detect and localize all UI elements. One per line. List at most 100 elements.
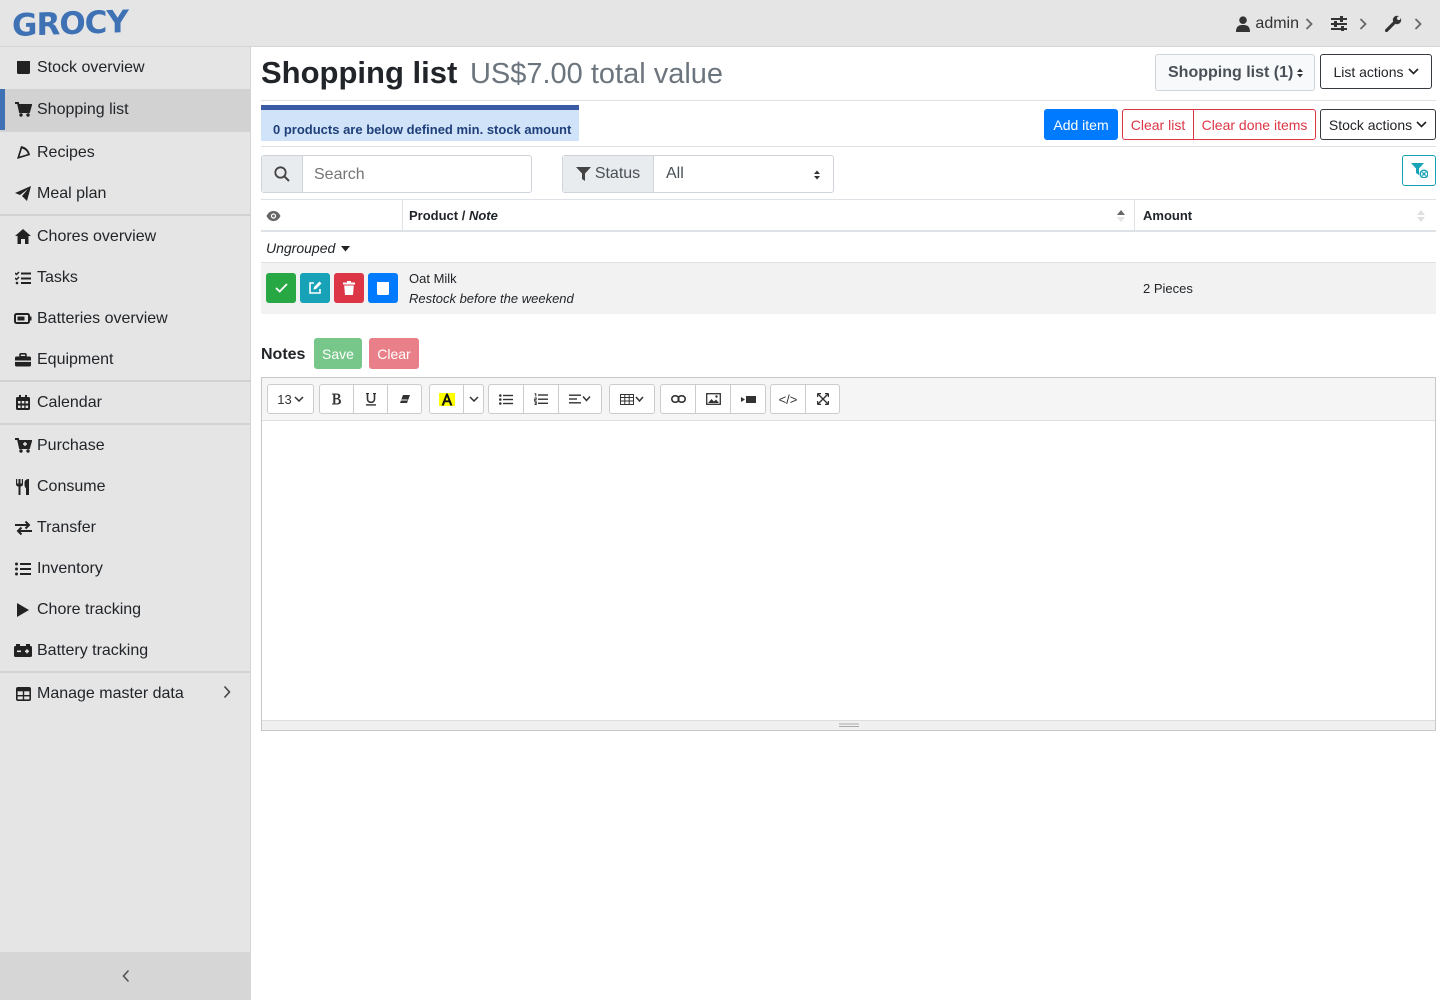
clear-filter-button[interactable]	[1402, 155, 1436, 186]
sidebar-item-meal-plan[interactable]: Meal plan	[0, 173, 251, 214]
highlight-color-button[interactable]	[429, 384, 464, 414]
table-icon	[620, 393, 644, 405]
edit-icon	[308, 281, 322, 295]
sidebar-item-stock-overview[interactable]: Stock overview	[0, 47, 251, 88]
sidebar-item-calendar[interactable]: Calendar	[0, 382, 251, 423]
chevron-left-icon	[121, 969, 130, 983]
paragraph-align-dropdown[interactable]	[558, 384, 602, 414]
sidebar-item-battery-tracking[interactable]: Battery tracking	[0, 630, 251, 671]
fullscreen-button[interactable]	[805, 384, 840, 414]
status-select-value[interactable]: All	[666, 165, 684, 183]
fullscreen-icon	[816, 393, 829, 405]
total-value: US$7.00 total value	[469, 58, 724, 90]
app-logo[interactable]: GROCY	[12, 4, 128, 44]
tasks-icon	[14, 269, 32, 287]
toolbar-group-insert	[660, 384, 766, 414]
editor-toolbar: 13 </>	[262, 378, 1435, 421]
sidebar: Stock overview Shopping list Recipes Mea…	[0, 47, 251, 1000]
battery-icon	[14, 310, 32, 328]
top-navbar: GROCY admin	[0, 0, 1440, 47]
sidebar-item-manage-master-data[interactable]: Manage master data	[0, 673, 251, 714]
stock-actions-button[interactable]: Stock actions	[1320, 109, 1436, 140]
font-size-dropdown[interactable]: 13	[267, 384, 314, 414]
toolbar-group-table	[609, 384, 655, 414]
sidebar-item-label: Recipes	[37, 143, 95, 161]
sort-asc-icon	[1116, 200, 1126, 231]
underline-button[interactable]	[353, 384, 388, 414]
filter-clear-icon	[1410, 163, 1428, 178]
search-input[interactable]	[314, 166, 514, 184]
table-dropdown-button[interactable]	[609, 384, 655, 414]
user-menu[interactable]: admin	[1236, 15, 1313, 33]
color-dropdown-button[interactable]	[463, 384, 484, 414]
edit-item-button[interactable]	[300, 273, 330, 303]
sidebar-item-purchase[interactable]: Purchase	[0, 425, 251, 466]
picture-icon	[705, 393, 721, 405]
sidebar-item-label: Battery tracking	[37, 641, 149, 659]
sidebar-collapse-button[interactable]	[0, 952, 251, 1000]
sidebar-item-chores-overview[interactable]: Chores overview	[0, 216, 251, 257]
chevron-right-icon	[1414, 17, 1422, 30]
toolbar-group-color	[429, 384, 484, 414]
column-divider	[1134, 200, 1135, 231]
search-group	[261, 155, 532, 193]
sidebar-item-label: Inventory	[37, 559, 103, 577]
bold-button[interactable]	[319, 384, 354, 414]
main-content: Shopping list US$7.00 total value Shoppi…	[251, 47, 1440, 1000]
column-visibility-toggle[interactable]	[266, 200, 281, 231]
sidebar-item-equipment[interactable]: Equipment	[0, 339, 251, 380]
column-header-amount[interactable]: Amount	[1143, 200, 1192, 231]
code-view-button[interactable]: </>	[770, 384, 806, 414]
sidebar-item-consume[interactable]: Consume	[0, 466, 251, 507]
notes-heading: Notes	[261, 346, 306, 363]
toolbar-group-font-size: 13	[267, 384, 314, 414]
home-icon	[14, 228, 32, 246]
trash-icon	[343, 281, 355, 295]
list-actions-button[interactable]: List actions	[1320, 54, 1432, 89]
shopping-list-select[interactable]: Shopping list (1)	[1155, 54, 1315, 91]
clear-format-button[interactable]	[387, 384, 422, 414]
add-item-button[interactable]: Add item	[1044, 109, 1118, 140]
unordered-list-button[interactable]	[488, 384, 524, 414]
mark-done-button[interactable]	[266, 273, 296, 303]
clear-done-items-button[interactable]: Clear done items	[1193, 109, 1316, 140]
ordered-list-button[interactable]	[523, 384, 559, 414]
clear-list-button[interactable]: Clear list	[1122, 109, 1194, 140]
sidebar-item-label: Batteries overview	[37, 309, 168, 327]
settings-menu[interactable]	[1331, 16, 1367, 31]
sidebar-item-chore-tracking[interactable]: Chore tracking	[0, 589, 251, 630]
font-size-value: 13	[277, 391, 292, 407]
header-divider	[261, 100, 1436, 101]
sidebar-item-label: Shopping list	[37, 100, 129, 118]
link-icon	[670, 395, 686, 403]
sidebar-item-inventory[interactable]: Inventory	[0, 548, 251, 589]
tools-menu[interactable]	[1385, 15, 1422, 32]
select-arrows-icon	[813, 169, 821, 181]
column-header-product[interactable]: Product / Note	[409, 200, 498, 231]
sidebar-item-tasks[interactable]: Tasks	[0, 257, 251, 298]
insert-picture-button[interactable]	[695, 384, 731, 414]
insert-video-button[interactable]	[730, 384, 766, 414]
sidebar-item-label: Manage master data	[37, 684, 184, 702]
editor-resize-handle[interactable]	[262, 720, 1435, 730]
min-stock-alert[interactable]: 0 products are below defined min. stock …	[261, 105, 579, 141]
stock-actions-label: Stock actions	[1328, 116, 1413, 133]
chevron-right-icon	[1359, 17, 1367, 30]
shopping-list-select-value: Shopping list (1)	[1168, 63, 1294, 81]
font-color-icon	[438, 392, 455, 406]
sidebar-item-label: Tasks	[37, 268, 78, 286]
sidebar-item-batteries-overview[interactable]: Batteries overview	[0, 298, 251, 339]
save-notes-button[interactable]: Save	[314, 338, 362, 369]
cart-plus-icon	[14, 437, 32, 455]
sidebar-item-shopping-list[interactable]: Shopping list	[0, 89, 251, 130]
group-row[interactable]: Ungrouped	[261, 232, 1436, 263]
delete-item-button[interactable]	[334, 273, 364, 303]
sidebar-item-transfer[interactable]: Transfer	[0, 507, 251, 548]
eye-icon	[266, 210, 281, 221]
insert-link-button[interactable]	[660, 384, 696, 414]
bold-icon	[331, 393, 342, 405]
clear-notes-button[interactable]: Clear	[369, 338, 419, 369]
sidebar-item-recipes[interactable]: Recipes	[0, 132, 251, 173]
chevron-down-icon	[294, 396, 304, 402]
add-to-stock-button[interactable]	[368, 273, 398, 303]
